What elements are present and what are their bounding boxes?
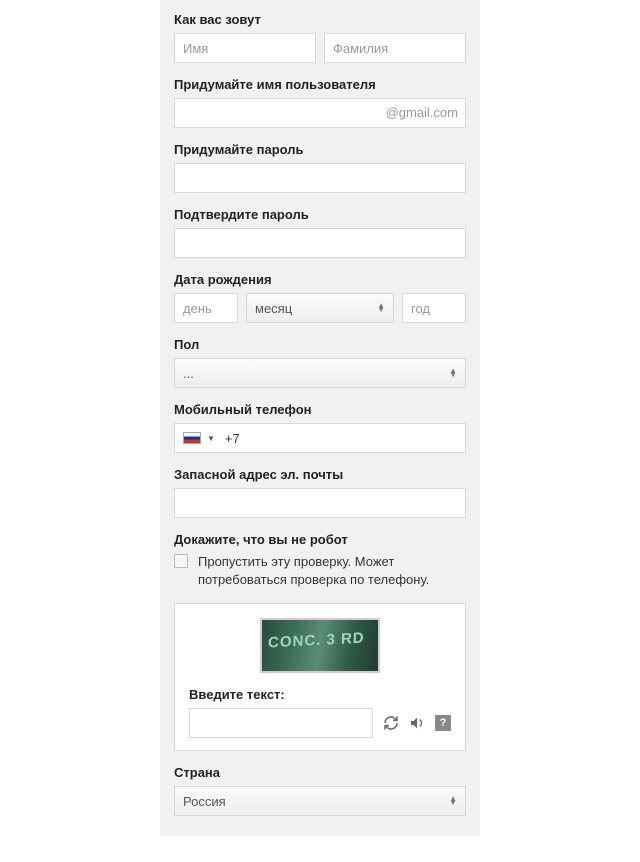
flag-russia-icon (183, 432, 201, 444)
phone-label: Мобильный телефон (174, 402, 466, 417)
chevron-down-icon: ▼ (207, 434, 215, 443)
dob-month-value: месяц (255, 301, 292, 316)
skip-captcha-label: Пропустить эту проверку. Может потребова… (198, 553, 466, 589)
captcha-box: Введите текст: ? (174, 603, 466, 751)
chevron-updown-icon: ▲▼ (449, 797, 457, 805)
captcha-header: Докажите, что вы не робот (174, 532, 466, 547)
chevron-updown-icon: ▲▼ (377, 304, 385, 312)
help-icon[interactable]: ? (435, 715, 451, 731)
captcha-input[interactable] (189, 708, 373, 738)
gender-select[interactable]: ... ▲▼ (174, 358, 466, 388)
dob-year-input[interactable] (402, 293, 466, 323)
chevron-updown-icon: ▲▼ (449, 369, 457, 377)
confirm-label: Подтвердите пароль (174, 207, 466, 222)
username-label: Придумайте имя пользователя (174, 77, 466, 92)
password-input[interactable] (174, 163, 466, 193)
lastname-input[interactable] (324, 33, 466, 63)
country-label: Страна (174, 765, 466, 780)
dob-month-select[interactable]: месяц ▲▼ (246, 293, 394, 323)
refresh-icon[interactable] (383, 715, 399, 731)
skip-captcha-checkbox[interactable] (174, 554, 188, 568)
country-select[interactable]: Россия ▲▼ (174, 786, 466, 816)
confirm-password-input[interactable] (174, 228, 466, 258)
gender-label: Пол (174, 337, 466, 352)
country-value: Россия (183, 794, 226, 809)
captcha-enter-label: Введите текст: (189, 687, 451, 702)
recovery-label: Запасной адрес эл. почты (174, 467, 466, 482)
name-label: Как вас зовут (174, 12, 466, 27)
password-label: Придумайте пароль (174, 142, 466, 157)
dob-day-input[interactable] (174, 293, 238, 323)
dob-label: Дата рождения (174, 272, 466, 287)
firstname-input[interactable] (174, 33, 316, 63)
recovery-email-input[interactable] (174, 488, 466, 518)
phone-code: +7 (225, 431, 240, 446)
phone-input-wrap[interactable]: ▼ +7 (174, 423, 466, 453)
gender-value: ... (183, 366, 194, 381)
username-input[interactable] (174, 98, 466, 128)
captcha-image (260, 618, 380, 673)
audio-icon[interactable] (409, 715, 425, 731)
